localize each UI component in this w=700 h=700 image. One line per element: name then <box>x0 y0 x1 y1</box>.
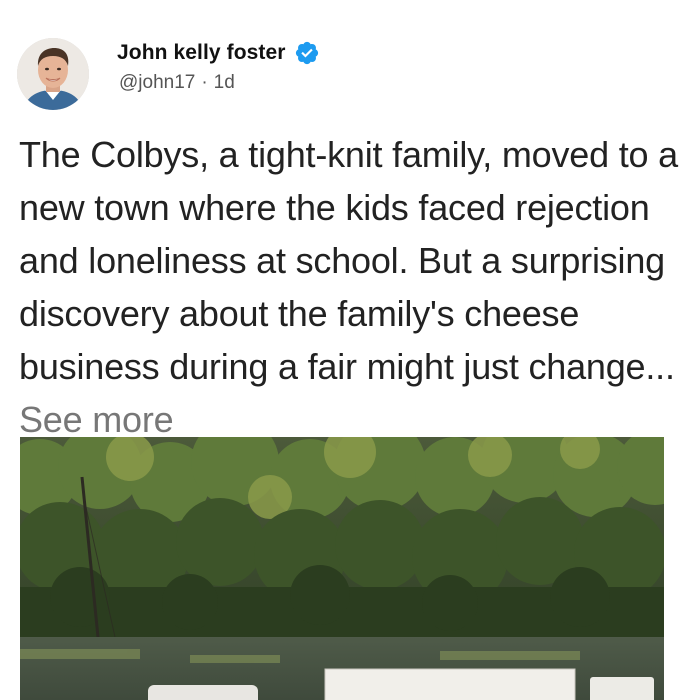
author-display-name[interactable]: John kelly foster <box>117 41 286 65</box>
post-image[interactable] <box>20 437 664 700</box>
post-text-body: The Colbys, a tight-knit family, moved t… <box>19 134 678 387</box>
author-handle[interactable]: @john17 <box>119 72 195 94</box>
see-more-link[interactable]: See more <box>19 399 174 440</box>
photo-trees-and-trucks-icon <box>20 437 664 700</box>
profile-photo-icon <box>17 38 89 110</box>
post-time[interactable]: 1d <box>214 72 235 94</box>
avatar[interactable] <box>17 38 89 110</box>
author-name-row: John kelly foster <box>117 38 320 68</box>
author-meta-row: @john17 · 1d <box>119 72 235 94</box>
post-text: The Colbys, a tight-knit family, moved t… <box>19 128 689 446</box>
tweet-card[interactable]: John kelly foster @john17 · 1d The Colby… <box>0 0 700 700</box>
verified-badge-icon <box>294 40 320 66</box>
meta-separator: · <box>201 72 208 93</box>
